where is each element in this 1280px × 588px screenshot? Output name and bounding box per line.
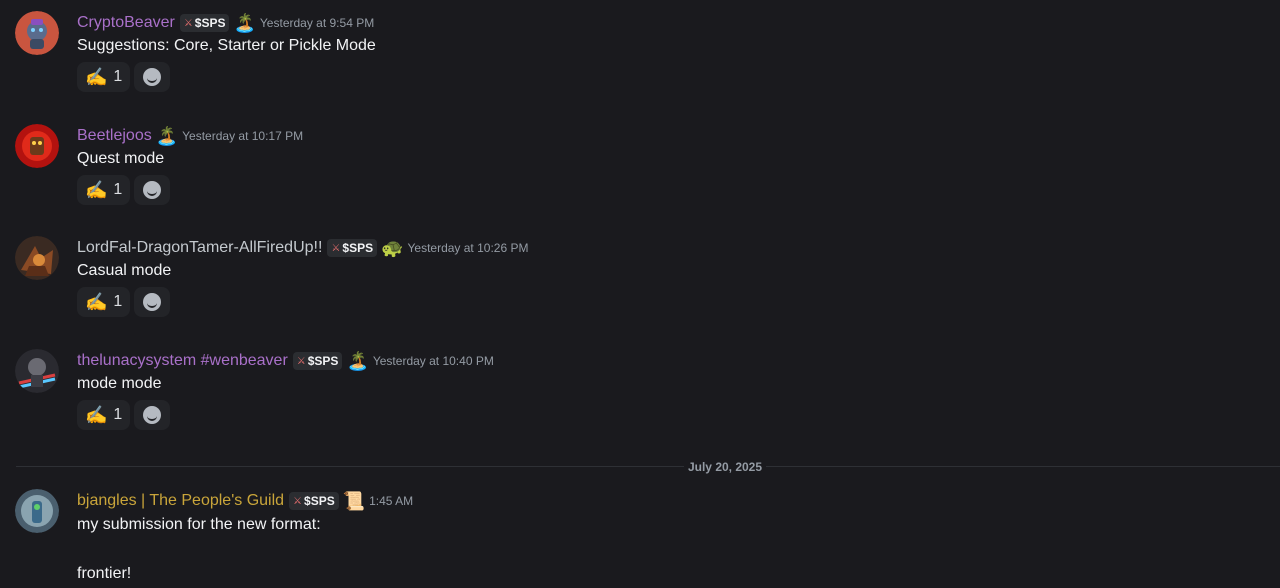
username[interactable]: LordFal-DragonTamer-AllFiredUp!! bbox=[77, 236, 322, 260]
guild-tag-label: $SPS bbox=[304, 494, 335, 508]
avatar[interactable] bbox=[15, 349, 59, 393]
avatar[interactable] bbox=[15, 489, 59, 533]
timestamp[interactable]: Yesterday at 10:40 PM bbox=[373, 354, 494, 368]
message-header: CryptoBeaver ⚔ $SPS 🏝️ Yesterday at 9:54 … bbox=[77, 11, 374, 35]
guild-tag[interactable]: ⚔ $SPS bbox=[327, 239, 378, 257]
guild-tag-label: $SPS bbox=[307, 354, 339, 368]
reactions: ✍️ 1 bbox=[77, 175, 171, 205]
island-badge-icon[interactable]: 🏝️ bbox=[156, 127, 178, 145]
username[interactable]: CryptoBeaver bbox=[77, 11, 175, 35]
reaction-count: 1 bbox=[113, 293, 123, 310]
smile-icon bbox=[143, 68, 162, 86]
message-header: Beetlejoos 🏝️ Yesterday at 10:17 PM bbox=[77, 124, 303, 148]
timestamp[interactable]: Yesterday at 9:54 PM bbox=[260, 16, 374, 30]
reaction-button[interactable]: ✍️ 1 bbox=[77, 400, 131, 430]
guild-tag[interactable]: ⚔ $SPS bbox=[179, 14, 230, 32]
message-content: my submission for the new format: fronti… bbox=[77, 516, 321, 582]
island-badge-icon[interactable]: 🏝️ bbox=[233, 14, 255, 32]
reactions: ✍️ 1 bbox=[77, 62, 171, 92]
add-reaction-button[interactable] bbox=[134, 287, 171, 317]
sword-icon: ⚔ bbox=[296, 355, 306, 367]
sword-icon: ⚔ bbox=[331, 242, 341, 254]
smile-icon bbox=[143, 181, 162, 199]
avatar[interactable] bbox=[15, 124, 59, 168]
message-content: Casual mode bbox=[77, 262, 172, 279]
date-divider: July 20, 2025 bbox=[0, 458, 1280, 476]
timestamp[interactable]: 1:45 AM bbox=[369, 494, 413, 508]
reaction-button[interactable]: ✍️ 1 bbox=[77, 175, 131, 205]
writing-hand-icon: ✍️ bbox=[85, 291, 108, 312]
guild-tag[interactable]: ⚔ $SPS bbox=[292, 352, 343, 370]
timestamp[interactable]: Yesterday at 10:26 PM bbox=[408, 241, 529, 255]
guild-tag-label: $SPS bbox=[194, 16, 226, 30]
reaction-button[interactable]: ✍️ 1 bbox=[77, 62, 131, 92]
reaction-count: 1 bbox=[113, 181, 123, 198]
sword-icon: ⚔ bbox=[183, 17, 193, 29]
username[interactable]: Beetlejoos bbox=[77, 124, 152, 148]
message-content: Quest mode bbox=[77, 150, 165, 167]
username[interactable]: thelunacysystem #wenbeaver bbox=[77, 349, 288, 373]
smile-icon bbox=[143, 293, 162, 311]
message-content: Suggestions: Core, Starter or Pickle Mod… bbox=[77, 37, 376, 54]
guild-tag-label: $SPS bbox=[342, 241, 374, 255]
reaction-button[interactable]: ✍️ 1 bbox=[77, 287, 131, 317]
scroll-badge-icon[interactable]: 📜 bbox=[343, 492, 365, 510]
add-reaction-button[interactable] bbox=[134, 175, 171, 205]
sword-icon: ⚔ bbox=[293, 495, 303, 507]
message-header: bjangles | The People's Guild ⚔ $SPS 📜 1:… bbox=[77, 489, 413, 513]
message-header: thelunacysystem #wenbeaver ⚔ $SPS 🏝️ Yest… bbox=[77, 349, 494, 373]
turtle-badge-icon[interactable]: 🐢 bbox=[381, 239, 403, 257]
date-divider-label: July 20, 2025 bbox=[683, 460, 767, 474]
reactions: ✍️ 1 bbox=[77, 400, 171, 430]
timestamp[interactable]: Yesterday at 10:17 PM bbox=[182, 129, 303, 143]
add-reaction-button[interactable] bbox=[134, 400, 171, 430]
avatar[interactable] bbox=[15, 236, 59, 280]
reaction-count: 1 bbox=[113, 68, 123, 85]
chat-message-list: CryptoBeaver ⚔ $SPS 🏝️ Yesterday at 9:54 … bbox=[0, 0, 1280, 588]
message-content: mode mode bbox=[77, 375, 162, 392]
island-badge-icon[interactable]: 🏝️ bbox=[346, 352, 368, 370]
smile-icon bbox=[143, 406, 162, 424]
avatar[interactable] bbox=[15, 11, 59, 55]
username[interactable]: bjangles | The People's Guild bbox=[77, 489, 284, 513]
writing-hand-icon: ✍️ bbox=[85, 179, 108, 200]
add-reaction-button[interactable] bbox=[134, 62, 171, 92]
message-header: LordFal-DragonTamer-AllFiredUp!! ⚔ $SPS 🐢… bbox=[77, 236, 528, 260]
writing-hand-icon: ✍️ bbox=[85, 404, 108, 425]
reactions: ✍️ 1 bbox=[77, 287, 171, 317]
writing-hand-icon: ✍️ bbox=[85, 66, 108, 87]
reaction-count: 1 bbox=[113, 406, 123, 423]
guild-tag[interactable]: ⚔ $SPS bbox=[289, 492, 339, 510]
